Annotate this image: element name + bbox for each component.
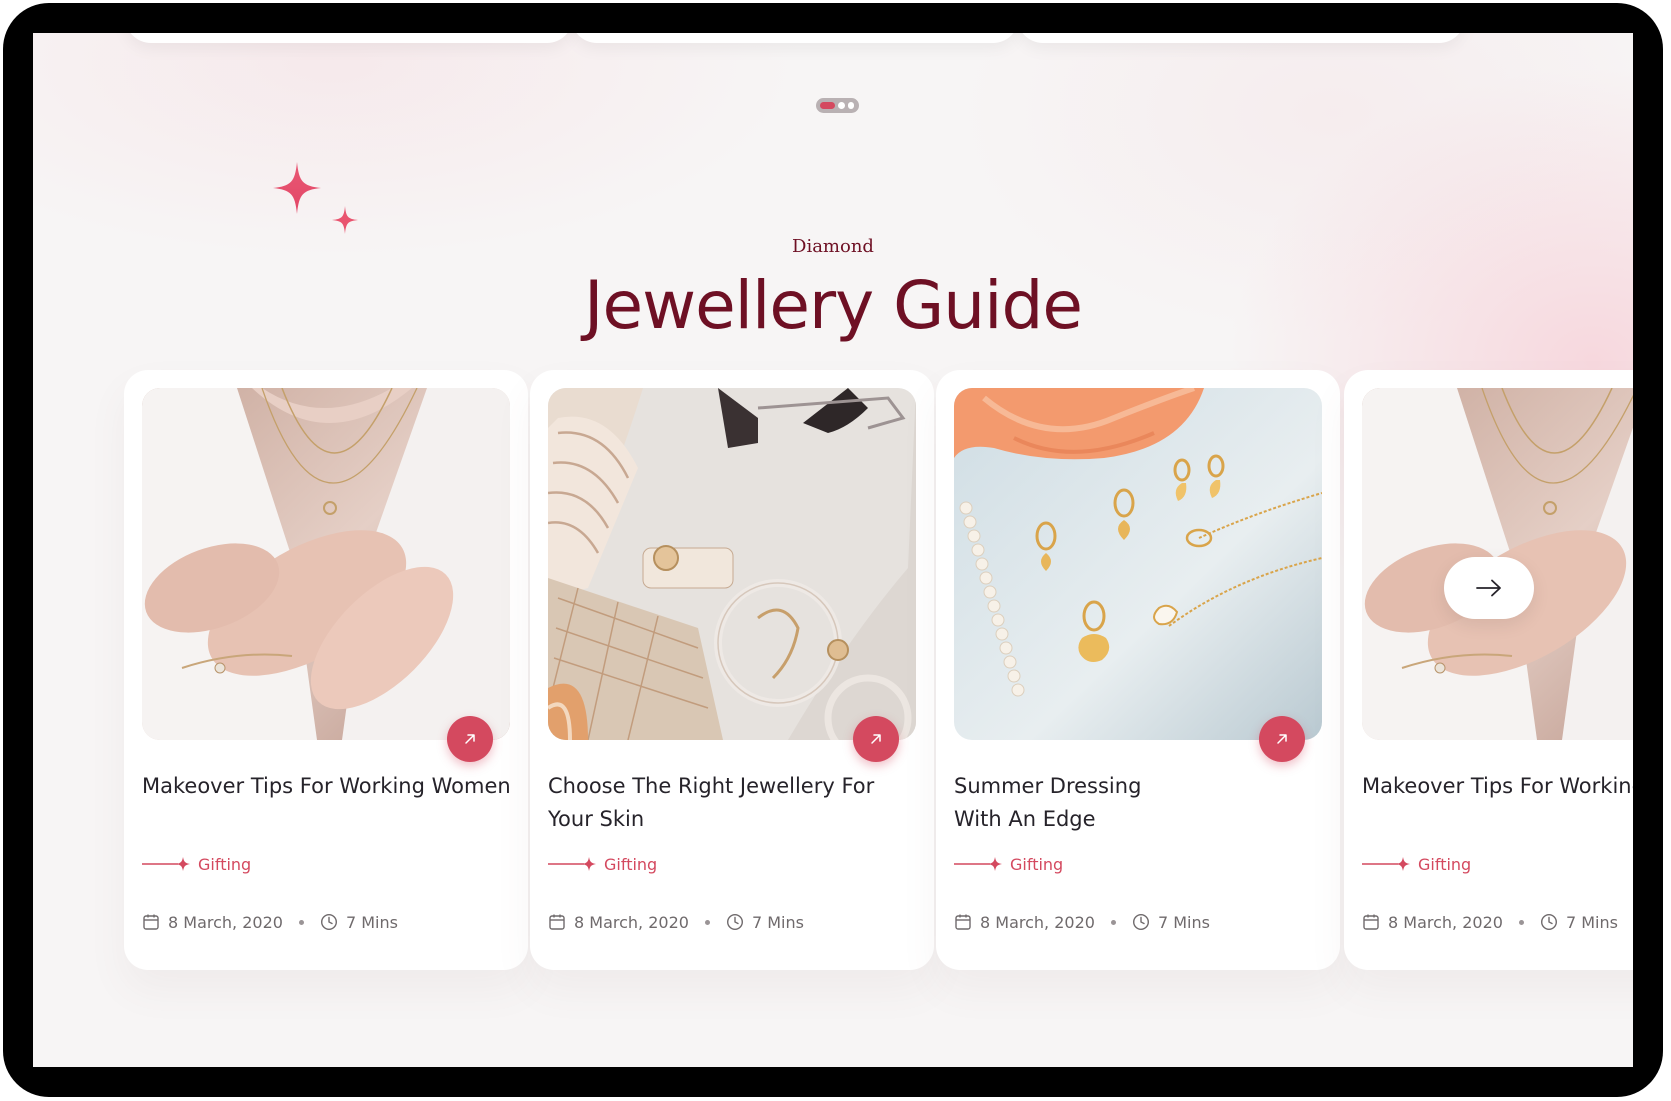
article-category[interactable]: Gifting [954, 854, 1063, 874]
category-label: Gifting [1010, 854, 1064, 874]
article-meta: 8 March, 2020 7 Mins [1362, 912, 1618, 932]
section-eyebrow: Diamond [792, 236, 874, 257]
sparkle-icon [332, 206, 358, 234]
section-title: Jewellery Guide [584, 267, 1083, 344]
article-meta: 8 March, 2020 7 Mins [954, 912, 1210, 932]
calendar-icon [955, 914, 971, 930]
pagination-dot-active[interactable] [820, 102, 835, 109]
meta-separator [1110, 919, 1116, 925]
article-title[interactable]: Summer Dressing With An Edge [954, 770, 1174, 836]
pagination-dot[interactable] [838, 102, 845, 109]
article-card[interactable]: Summer Dressing With An Edge Gifting 8 M… [936, 370, 1340, 970]
article-date: 8 March, 2020 [1388, 912, 1503, 932]
article-card[interactable]: Makeover Tips For Working Women Gifting [124, 370, 528, 970]
category-label: Gifting [1418, 854, 1472, 874]
article-card[interactable]: Makeover Tips For Working Women Gifting [1344, 370, 1633, 970]
article-title[interactable]: Choose The Right Jewellery For Your Skin [548, 770, 920, 836]
article-card[interactable]: Choose The Right Jewellery For Your Skin… [530, 370, 934, 970]
arrow-right-icon [1476, 579, 1501, 597]
calendar-icon [549, 914, 565, 930]
article-read-time: 7 Mins [1565, 912, 1618, 932]
article-date: 8 March, 2020 [574, 912, 689, 932]
meta-separator [704, 919, 710, 925]
arrow-up-right-icon [465, 734, 475, 744]
article-title[interactable]: Makeover Tips For Working Women [1362, 770, 1633, 803]
device-frame: Diamond Jewellery Guide Makeover Tips Fo… [3, 3, 1663, 1097]
article-read-time: 7 Mins [1157, 912, 1210, 932]
article-meta: 8 March, 2020 7 Mins [142, 912, 398, 932]
article-category[interactable]: Gifting [142, 854, 251, 874]
open-article-button[interactable] [1259, 716, 1305, 762]
clock-icon [1132, 913, 1149, 931]
category-line-icon [548, 856, 596, 872]
article-read-time: 7 Mins [751, 912, 804, 932]
pagination-dot[interactable] [848, 102, 854, 109]
article-title[interactable]: Makeover Tips For Working Women [142, 770, 514, 803]
carousel-next-button[interactable] [1444, 557, 1534, 619]
article-read-time: 7 Mins [345, 912, 398, 932]
calendar-icon [1363, 914, 1379, 930]
previous-card [571, 33, 1019, 43]
clock-icon [320, 913, 337, 931]
jewellery-guide-section: Diamond Jewellery Guide Makeover Tips Fo… [33, 33, 1633, 1067]
meta-separator [1518, 919, 1524, 925]
article-image [142, 388, 510, 740]
clock-icon [1540, 913, 1557, 931]
article-image [548, 388, 916, 740]
open-article-button[interactable] [853, 716, 899, 762]
article-category[interactable]: Gifting [548, 854, 657, 874]
article-image [954, 388, 1322, 740]
article-date: 8 March, 2020 [980, 912, 1095, 932]
sparkle-icon [273, 162, 321, 214]
clock-icon [726, 913, 743, 931]
category-label: Gifting [198, 854, 252, 874]
carousel-pagination [816, 98, 859, 113]
category-line-icon [954, 856, 1002, 872]
category-label: Gifting [604, 854, 658, 874]
arrow-up-right-icon [1277, 734, 1287, 744]
arrow-up-right-icon [871, 734, 881, 744]
article-category[interactable]: Gifting [1362, 854, 1471, 874]
open-article-button[interactable] [447, 716, 493, 762]
meta-separator [298, 919, 304, 925]
category-line-icon [1362, 856, 1410, 872]
previous-card [125, 33, 573, 43]
previous-card [1017, 33, 1465, 43]
calendar-icon [143, 914, 159, 930]
article-meta: 8 March, 2020 7 Mins [548, 912, 804, 932]
category-line-icon [142, 856, 190, 872]
article-date: 8 March, 2020 [168, 912, 283, 932]
